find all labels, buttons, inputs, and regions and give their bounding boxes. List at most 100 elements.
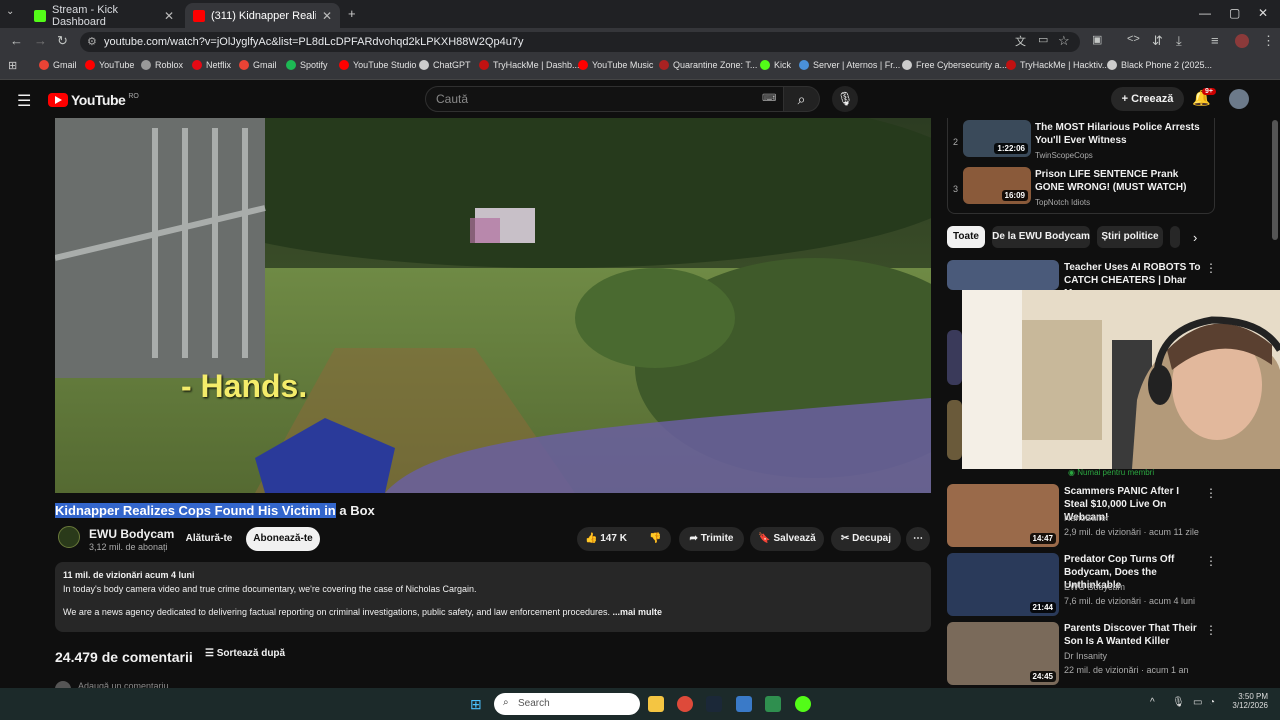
taskbar-search[interactable]: Search <box>494 693 640 715</box>
profile-avatar[interactable] <box>1235 34 1249 48</box>
related-thumbnail[interactable]: 21:44 <box>947 553 1059 616</box>
bookmark-item[interactable]: Gmail <box>239 60 277 70</box>
forward-icon[interactable]: → <box>34 33 47 48</box>
channel-avatar[interactable] <box>58 526 80 548</box>
close-icon[interactable]: ✕ <box>322 9 332 23</box>
chip-overflow[interactable] <box>1170 226 1180 248</box>
bookmark-item[interactable]: TryHackMe | Dashb... <box>479 60 580 70</box>
chip-all[interactable]: Toate <box>947 226 985 248</box>
reload-icon[interactable]: ↻ <box>57 33 68 49</box>
reading-list-icon[interactable]: ≡ <box>1211 33 1219 48</box>
search-button[interactable]: ⌕ <box>784 86 820 112</box>
clip-button[interactable]: ✂ Decupaj <box>831 527 901 551</box>
playlist-item-channel[interactable]: TwinScopeCops <box>1035 151 1093 160</box>
window-close-icon[interactable]: ✕ <box>1258 6 1268 20</box>
bookmark-item[interactable]: Spotify <box>286 60 328 70</box>
subscribe-button[interactable]: Abonează-te <box>246 527 320 551</box>
channel-name[interactable]: EWU Bodycam <box>89 527 174 541</box>
bookmark-item[interactable]: YouTube <box>85 60 134 70</box>
playlist-thumbnail[interactable]: 1:22:06 <box>963 120 1031 157</box>
playlist-item-title[interactable]: The MOST Hilarious Police Arrests You'll… <box>1035 121 1205 147</box>
tab-kick-dashboard[interactable]: Stream - Kick Dashboard ✕ <box>26 3 182 28</box>
tab-youtube-video[interactable]: (311) Kidnapper Realizes Cops F ✕ <box>185 3 340 28</box>
thumbs-down-icon[interactable]: 👎 <box>649 527 661 551</box>
search-input[interactable]: Caută <box>425 86 784 112</box>
playlist-item-title[interactable]: Prison LIFE SENTENCE Prank GONE WRONG! (… <box>1035 168 1205 194</box>
more-actions-button[interactable]: ⋯ <box>906 527 930 551</box>
playlist-item-channel[interactable]: TopNotch Idiots <box>1035 198 1090 207</box>
clock[interactable]: 3:50 PM 3/12/2026 <box>1226 692 1268 710</box>
maximize-icon[interactable]: ▢ <box>1229 6 1240 20</box>
back-icon[interactable]: ← <box>10 33 23 48</box>
related-channel[interactable]: Dr Insanity <box>1064 651 1107 661</box>
menu-icon[interactable]: ⋮ <box>1262 33 1275 49</box>
related-channel[interactable]: NanoBaiter <box>1064 513 1109 523</box>
tray-display-icon[interactable]: ▭ <box>1193 697 1202 708</box>
bookmark-item[interactable]: Server | Aternos | Fr... <box>799 60 900 70</box>
new-tab-icon[interactable]: + <box>348 6 356 21</box>
bookmark-item[interactable]: TryHackMe | Hacktiv... <box>1006 60 1109 70</box>
chrome-icon[interactable] <box>677 696 693 712</box>
apps-grid-icon[interactable]: ⊞ <box>8 59 17 72</box>
youtube-logo[interactable]: YouTube RO <box>48 92 139 108</box>
account-avatar[interactable] <box>1229 89 1249 109</box>
related-thumbnail[interactable] <box>947 400 962 460</box>
bookmark-item[interactable]: Kick <box>760 60 791 70</box>
bookmark-item[interactable]: YouTube Studio <box>339 60 416 70</box>
cast-icon[interactable]: ▭ <box>1038 33 1048 46</box>
steam-icon[interactable] <box>706 696 722 712</box>
tray-chevron-icon[interactable]: ^ <box>1150 697 1155 708</box>
more-vertical-icon[interactable]: ⋮ <box>1205 554 1217 568</box>
devtools-icon[interactable]: <> <box>1127 33 1140 45</box>
related-title[interactable]: Parents Discover That Their Son Is A Wan… <box>1064 622 1204 648</box>
join-button[interactable]: Alătură-te <box>178 527 240 551</box>
bookmark-star-icon[interactable]: ☆ <box>1058 33 1070 49</box>
spreadsheet-icon[interactable] <box>765 696 781 712</box>
related-thumbnail[interactable]: 14:47 <box>947 484 1059 547</box>
tab-search-icon[interactable]: ⌄ <box>6 6 14 17</box>
kick-app-icon[interactable] <box>795 696 811 712</box>
sort-button[interactable]: ☰ Sortează după <box>205 648 285 659</box>
like-button[interactable]: 👍 147 K <box>585 533 627 544</box>
related-thumbnail[interactable] <box>947 260 1059 290</box>
description-box[interactable]: 11 mil. de vizionări acum 4 luni In toda… <box>55 562 931 632</box>
minimize-icon[interactable]: — <box>1199 6 1211 20</box>
tray-network-icon[interactable]: ◔ <box>1209 697 1215 708</box>
more-vertical-icon[interactable]: ⋮ <box>1205 261 1217 275</box>
extensions-icon[interactable]: ▣ <box>1092 33 1102 46</box>
save-button[interactable]: 🔖 Salvează <box>750 527 824 551</box>
create-button[interactable]: + Creează <box>1111 87 1184 111</box>
more-vertical-icon[interactable]: ⋮ <box>1205 623 1217 637</box>
bookmark-item[interactable]: Black Phone 2 (2025... <box>1107 60 1212 70</box>
tray-mic-icon[interactable]: 🎙 <box>1172 697 1185 708</box>
windows-start-icon[interactable]: ⊞ <box>470 696 482 713</box>
playlist-thumbnail[interactable]: 16:09 <box>963 167 1031 204</box>
more-link[interactable]: ...mai multe <box>613 607 663 617</box>
voice-search-button[interactable]: 🎙 <box>832 86 858 112</box>
bookmark-item[interactable]: Roblox <box>141 60 183 70</box>
chip-politics[interactable]: Știri politice <box>1097 226 1163 248</box>
chevron-right-icon[interactable]: › <box>1193 230 1197 245</box>
scrollbar-thumb[interactable] <box>1272 120 1278 240</box>
translate-icon[interactable]: 文 <box>1015 33 1026 49</box>
file-explorer-icon[interactable] <box>648 696 664 712</box>
hamburger-menu-icon[interactable]: ☰ <box>17 91 31 111</box>
video-player[interactable]: - Hands. <box>55 118 931 493</box>
share-button[interactable]: ➦ Trimite <box>679 527 744 551</box>
more-vertical-icon[interactable]: ⋮ <box>1205 486 1217 500</box>
address-bar[interactable]: youtube.com/watch?v=jOlJyglfyAc&list=PL8… <box>80 32 1080 52</box>
keyboard-icon[interactable]: ⌨ <box>762 93 776 104</box>
download-icon[interactable]: ⤓ <box>1176 33 1182 49</box>
bookmark-item[interactable]: Free Cybersecurity a... <box>902 60 1007 70</box>
bookmark-item[interactable]: YouTube Music <box>578 60 653 70</box>
related-thumbnail[interactable]: 24:45 <box>947 622 1059 685</box>
tab-groups-icon[interactable]: ⇵ <box>1152 33 1163 49</box>
related-channel[interactable]: EWU Bodycam <box>1064 582 1125 592</box>
photos-icon[interactable] <box>736 696 752 712</box>
bookmark-item[interactable]: Netflix <box>192 60 231 70</box>
chip-from-channel[interactable]: De la EWU Bodycam <box>992 226 1090 248</box>
close-icon[interactable]: ✕ <box>164 9 174 23</box>
related-thumbnail[interactable] <box>947 330 962 385</box>
site-info-icon[interactable]: ⚙ <box>87 35 97 48</box>
bookmark-item[interactable]: Gmail <box>39 60 77 70</box>
